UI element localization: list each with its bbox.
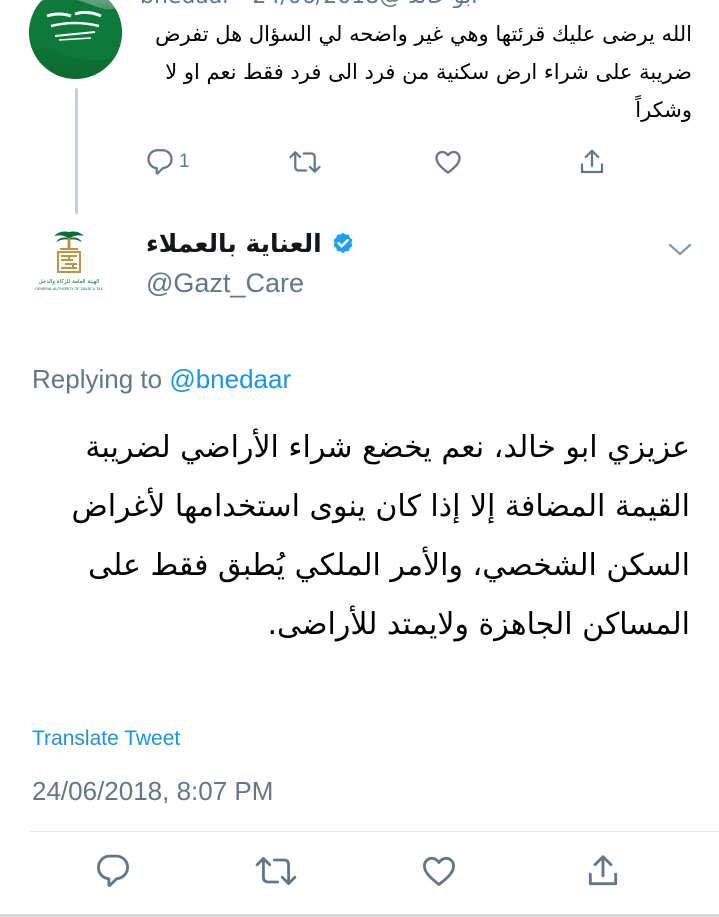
author-handle[interactable]: @Gazt_Care <box>146 268 304 299</box>
author-name: العناية بالعملاء <box>146 229 322 258</box>
parent-share-button[interactable] <box>577 145 607 179</box>
divider <box>30 831 719 832</box>
parent-reply-count: 1 <box>179 151 190 172</box>
parent-retweet-button[interactable] <box>288 145 322 179</box>
reply-icon <box>147 149 173 175</box>
verified-badge-icon <box>333 232 353 253</box>
author-avatar[interactable]: الهيئة العامة للزكاة والدخل GENERAL AUTH… <box>30 226 108 304</box>
parent-like-button[interactable] <box>433 145 463 179</box>
svg-text:GENERAL AUTHORITY OF ZAKAT & T: GENERAL AUTHORITY OF ZAKAT & TAX <box>35 287 103 291</box>
replying-to-line: Replying to @bnedaar <box>32 364 291 395</box>
tweet-options-button[interactable] <box>667 241 693 263</box>
replying-to-label: Replying to <box>32 364 163 394</box>
reply-button[interactable] <box>94 854 132 888</box>
share-icon <box>588 855 618 886</box>
parent-tweet-actions: 1 <box>145 145 615 179</box>
parent-avatar[interactable] <box>29 0 122 79</box>
svg-text:الهيئة العامة للزكاة والدخل: الهيئة العامة للزكاة والدخل <box>39 278 100 285</box>
share-button[interactable] <box>584 854 622 888</box>
retweet-icon <box>289 151 321 173</box>
parent-tweet-text: الله يرضى عليك قرئتها وهي غير واضحه لي ا… <box>155 22 692 122</box>
thread-line <box>75 88 78 214</box>
like-button[interactable] <box>420 854 458 888</box>
saudi-flag-image <box>29 0 122 61</box>
like-icon <box>423 856 455 886</box>
reply-icon <box>97 854 129 887</box>
retweet-button[interactable] <box>254 854 298 888</box>
retweet-icon <box>255 857 297 885</box>
chevron-down-icon <box>668 243 692 256</box>
like-icon <box>435 150 461 174</box>
parent-reply-button[interactable]: 1 <box>145 145 190 179</box>
tweet-body: عزيزي ابو خالد، نعم يخضع شراء الأراضي لض… <box>71 430 690 642</box>
zakat-authority-logo: الهيئة العامة للزكاة والدخل GENERAL AUTH… <box>35 231 104 291</box>
parent-tweet-header[interactable]: ابو خالد @bnedaar · 24/06/2018 <box>140 0 570 8</box>
share-icon <box>580 149 604 174</box>
translate-tweet-link[interactable]: Translate Tweet <box>32 727 180 751</box>
replying-to-mention[interactable]: @bnedaar <box>169 364 291 394</box>
tweet-actions-bar <box>0 852 719 896</box>
tweet-timestamp[interactable]: 24/06/2018, 8:07 PM <box>32 776 273 807</box>
author-name-row[interactable]: العناية بالعملاء <box>146 229 356 258</box>
